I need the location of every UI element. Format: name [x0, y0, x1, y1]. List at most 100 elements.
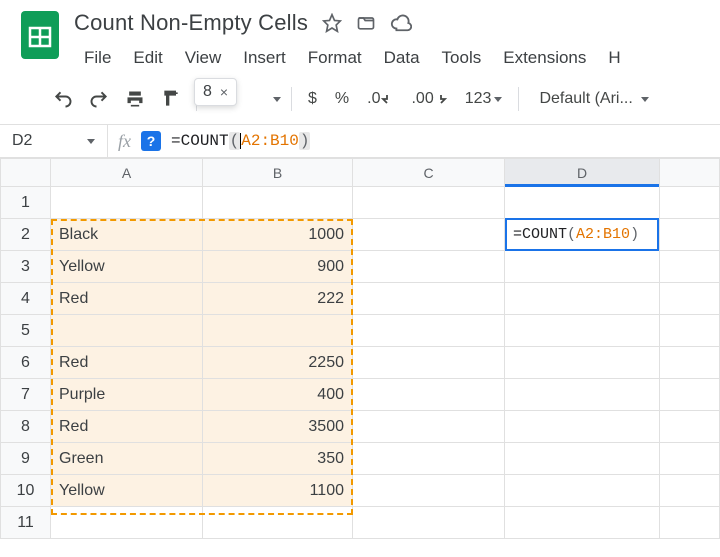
- cell-A11[interactable]: [51, 507, 203, 539]
- menu-extensions[interactable]: Extensions: [493, 42, 596, 74]
- row-header[interactable]: 9: [1, 443, 51, 475]
- row-header[interactable]: 11: [1, 507, 51, 539]
- cell-A7[interactable]: Purple: [51, 379, 203, 411]
- cloud-status-icon[interactable]: [390, 13, 412, 33]
- cell-D4[interactable]: [505, 283, 660, 315]
- zoom-caret-icon[interactable]: [273, 97, 281, 102]
- document-title[interactable]: Count Non-Empty Cells: [74, 10, 308, 36]
- cell-A1[interactable]: [51, 187, 203, 219]
- menu-tools[interactable]: Tools: [432, 42, 492, 74]
- col-header-A[interactable]: A: [51, 159, 203, 187]
- cell-C2[interactable]: [353, 219, 505, 251]
- cell-B2[interactable]: 1000: [203, 219, 353, 251]
- row-header[interactable]: 4: [1, 283, 51, 315]
- undo-button[interactable]: [48, 84, 78, 114]
- cell-E7[interactable]: [660, 379, 720, 411]
- cell-D8[interactable]: [505, 411, 660, 443]
- cell-A4[interactable]: Red: [51, 283, 203, 315]
- star-icon[interactable]: [322, 13, 342, 33]
- cell-C8[interactable]: [353, 411, 505, 443]
- cell-D1[interactable]: [505, 187, 660, 219]
- cell-C1[interactable]: [353, 187, 505, 219]
- cell-D5[interactable]: [505, 315, 660, 347]
- cell-C9[interactable]: [353, 443, 505, 475]
- col-header-B[interactable]: B: [203, 159, 353, 187]
- cell-C5[interactable]: [353, 315, 505, 347]
- row-header[interactable]: 8: [1, 411, 51, 443]
- cell-E1[interactable]: [660, 187, 720, 219]
- cell-A2[interactable]: Black: [51, 219, 203, 251]
- cell-D7[interactable]: [505, 379, 660, 411]
- select-all-corner[interactable]: [1, 159, 51, 187]
- cell-C11[interactable]: [353, 507, 505, 539]
- cell-C6[interactable]: [353, 347, 505, 379]
- move-icon[interactable]: [356, 13, 376, 33]
- col-header-C[interactable]: C: [353, 159, 505, 187]
- cell-E9[interactable]: [660, 443, 720, 475]
- cell-E6[interactable]: [660, 347, 720, 379]
- cell-C4[interactable]: [353, 283, 505, 315]
- cell-B7[interactable]: 400: [203, 379, 353, 411]
- menu-edit[interactable]: Edit: [123, 42, 172, 74]
- menu-insert[interactable]: Insert: [233, 42, 296, 74]
- row-header[interactable]: 7: [1, 379, 51, 411]
- cell-B1[interactable]: [203, 187, 353, 219]
- cell-B11[interactable]: [203, 507, 353, 539]
- increase-decimal-button[interactable]: .00: [405, 86, 452, 112]
- cell-B9[interactable]: 350: [203, 443, 353, 475]
- cell-A3[interactable]: Yellow: [51, 251, 203, 283]
- cell-E2[interactable]: [660, 219, 720, 251]
- cell-A6[interactable]: Red: [51, 347, 203, 379]
- cell-E8[interactable]: [660, 411, 720, 443]
- cell-E3[interactable]: [660, 251, 720, 283]
- menu-view[interactable]: View: [175, 42, 232, 74]
- cell-A9[interactable]: Green: [51, 443, 203, 475]
- cell-E10[interactable]: [660, 475, 720, 507]
- cell-E5[interactable]: [660, 315, 720, 347]
- font-select[interactable]: Default (Ari...: [529, 86, 658, 112]
- row-header[interactable]: 1: [1, 187, 51, 219]
- formula-input[interactable]: =COUNT(A2:B10): [167, 132, 720, 150]
- number-format-button[interactable]: 123: [459, 86, 509, 112]
- close-icon[interactable]: ×: [220, 84, 228, 100]
- row-header[interactable]: 10: [1, 475, 51, 507]
- col-header-D[interactable]: D: [505, 159, 660, 187]
- cell-B8[interactable]: 3500: [203, 411, 353, 443]
- cell-A5[interactable]: [51, 315, 203, 347]
- cell-A8[interactable]: Red: [51, 411, 203, 443]
- menu-help[interactable]: H: [598, 42, 630, 74]
- cell-B3[interactable]: 900: [203, 251, 353, 283]
- cell-B10[interactable]: 1100: [203, 475, 353, 507]
- cell-D10[interactable]: [505, 475, 660, 507]
- cell-D2[interactable]: [505, 219, 660, 251]
- cell-D11[interactable]: [505, 507, 660, 539]
- print-button[interactable]: [120, 84, 150, 114]
- decrease-decimal-button[interactable]: .0: [361, 86, 399, 112]
- cell-D3[interactable]: [505, 251, 660, 283]
- menu-file[interactable]: File: [74, 42, 121, 74]
- cell-B5[interactable]: [203, 315, 353, 347]
- formula-help-badge[interactable]: ?: [141, 131, 161, 151]
- paint-format-button[interactable]: [156, 84, 186, 114]
- cell-C7[interactable]: [353, 379, 505, 411]
- cell-B4[interactable]: 222: [203, 283, 353, 315]
- percent-button[interactable]: %: [329, 86, 355, 112]
- row-header[interactable]: 3: [1, 251, 51, 283]
- menu-format[interactable]: Format: [298, 42, 372, 74]
- cell-C3[interactable]: [353, 251, 505, 283]
- row-header[interactable]: 5: [1, 315, 51, 347]
- row-header[interactable]: 6: [1, 347, 51, 379]
- cell-E11[interactable]: [660, 507, 720, 539]
- spreadsheet-grid[interactable]: A B C D 1 2Black1000 3Yellow900 4Red222 …: [0, 158, 720, 539]
- cell-A10[interactable]: Yellow: [51, 475, 203, 507]
- name-box[interactable]: D2: [0, 125, 108, 157]
- redo-button[interactable]: [84, 84, 114, 114]
- cell-D9[interactable]: [505, 443, 660, 475]
- cell-E4[interactable]: [660, 283, 720, 315]
- cell-C10[interactable]: [353, 475, 505, 507]
- cell-D6[interactable]: [505, 347, 660, 379]
- row-header[interactable]: 2: [1, 219, 51, 251]
- col-header-E[interactable]: [660, 159, 720, 187]
- currency-button[interactable]: $: [302, 86, 323, 112]
- menu-data[interactable]: Data: [374, 42, 430, 74]
